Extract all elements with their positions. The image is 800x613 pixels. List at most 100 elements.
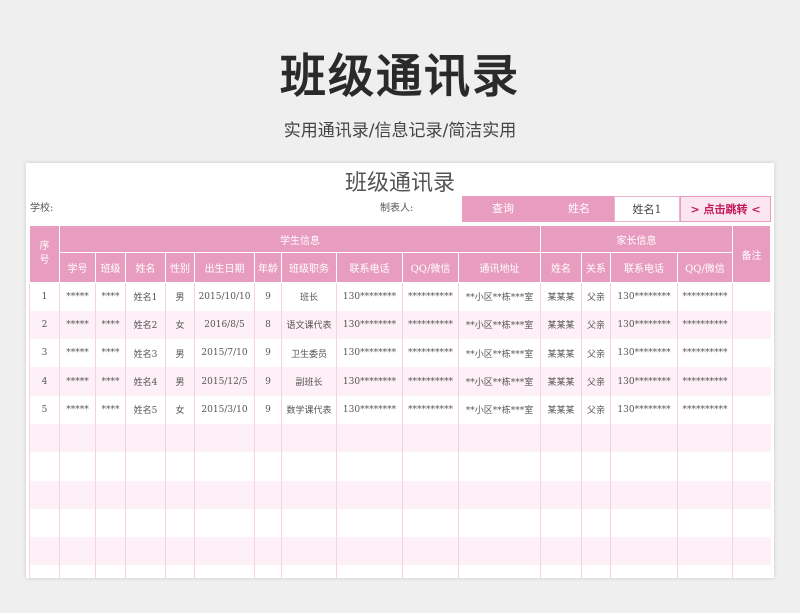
table-cell[interactable]: 130******** (610, 310, 678, 340)
table-cell[interactable]: 130******** (336, 395, 403, 424)
table-cell[interactable]: ********** (677, 310, 733, 340)
table-cell[interactable] (336, 480, 403, 509)
table-cell[interactable]: 父亲 (581, 395, 611, 424)
table-cell[interactable] (540, 537, 582, 566)
table-cell[interactable]: 某某某 (540, 310, 582, 340)
table-cell[interactable] (610, 452, 678, 481)
table-cell[interactable] (336, 423, 403, 453)
table-cell[interactable] (402, 423, 459, 453)
table-cell[interactable]: 某某某 (540, 395, 582, 424)
table-cell[interactable] (610, 565, 678, 578)
table-cell[interactable] (165, 508, 195, 538)
table-cell[interactable]: 父亲 (581, 282, 611, 311)
table-cell[interactable]: 2015/10/10 (194, 282, 255, 311)
table-cell[interactable] (95, 565, 126, 578)
table-cell[interactable]: 姓名5 (125, 395, 166, 424)
table-cell[interactable]: **** (95, 339, 126, 368)
table-cell[interactable] (610, 423, 678, 453)
table-cell[interactable]: **小区**栋***室 (458, 282, 541, 311)
table-cell[interactable] (677, 423, 733, 453)
table-cell[interactable] (402, 480, 459, 509)
table-cell[interactable]: 130******** (336, 339, 403, 368)
table-cell[interactable] (336, 565, 403, 578)
table-cell[interactable] (59, 452, 96, 481)
jump-button[interactable]: > 点击跳转 < (680, 196, 771, 222)
table-cell[interactable] (732, 310, 771, 340)
table-cell[interactable]: ********** (402, 339, 459, 368)
table-cell[interactable] (458, 565, 541, 578)
table-cell[interactable] (581, 452, 611, 481)
table-cell[interactable] (540, 480, 582, 509)
table-cell[interactable]: ***** (59, 395, 96, 424)
table-cell[interactable] (581, 480, 611, 509)
table-cell[interactable] (732, 508, 771, 538)
table-cell[interactable]: 4 (29, 367, 60, 396)
table-cell[interactable]: 数学课代表 (281, 395, 337, 424)
table-cell[interactable]: **** (95, 310, 126, 340)
table-cell[interactable] (281, 480, 337, 509)
table-cell[interactable]: ********** (402, 282, 459, 311)
table-cell[interactable] (95, 452, 126, 481)
table-cell[interactable]: 9 (254, 282, 282, 311)
table-cell[interactable] (732, 282, 771, 311)
table-cell[interactable]: 某某某 (540, 282, 582, 311)
table-cell[interactable]: 父亲 (581, 310, 611, 340)
table-cell[interactable]: 130******** (336, 367, 403, 396)
table-cell[interactable]: 130******** (610, 282, 678, 311)
table-cell[interactable] (540, 508, 582, 538)
table-cell[interactable] (581, 565, 611, 578)
table-cell[interactable]: ***** (59, 367, 96, 396)
table-cell[interactable] (732, 565, 771, 578)
table-cell[interactable] (194, 452, 255, 481)
table-cell[interactable] (125, 537, 166, 566)
table-cell[interactable]: 9 (254, 395, 282, 424)
table-cell[interactable]: ********** (402, 395, 459, 424)
table-cell[interactable]: 130******** (610, 339, 678, 368)
table-cell[interactable]: 男 (165, 339, 195, 368)
table-cell[interactable]: 卫生委员 (281, 339, 337, 368)
table-cell[interactable]: 语文课代表 (281, 310, 337, 340)
table-cell[interactable] (165, 452, 195, 481)
table-cell[interactable] (402, 565, 459, 578)
table-cell[interactable] (540, 565, 582, 578)
table-cell[interactable]: **** (95, 282, 126, 311)
table-cell[interactable] (581, 508, 611, 538)
table-cell[interactable]: 130******** (336, 282, 403, 311)
table-cell[interactable]: **小区**栋***室 (458, 367, 541, 396)
table-cell[interactable] (458, 452, 541, 481)
table-cell[interactable] (610, 508, 678, 538)
table-cell[interactable]: 姓名2 (125, 310, 166, 340)
table-cell[interactable]: **** (95, 367, 126, 396)
table-cell[interactable]: 5 (29, 395, 60, 424)
table-cell[interactable] (194, 423, 255, 453)
table-cell[interactable] (677, 565, 733, 578)
table-cell[interactable] (29, 537, 60, 566)
table-cell[interactable] (59, 508, 96, 538)
table-cell[interactable] (732, 423, 771, 453)
table-cell[interactable] (125, 423, 166, 453)
table-cell[interactable] (336, 452, 403, 481)
table-cell[interactable]: 1 (29, 282, 60, 311)
table-cell[interactable] (59, 423, 96, 453)
table-cell[interactable]: 父亲 (581, 339, 611, 368)
table-cell[interactable] (125, 452, 166, 481)
table-cell[interactable] (125, 480, 166, 509)
table-cell[interactable] (677, 537, 733, 566)
table-cell[interactable] (95, 480, 126, 509)
table-cell[interactable]: 父亲 (581, 367, 611, 396)
table-cell[interactable] (281, 452, 337, 481)
table-cell[interactable] (165, 537, 195, 566)
table-cell[interactable] (677, 480, 733, 509)
table-cell[interactable] (540, 423, 582, 453)
table-cell[interactable]: 2016/8/5 (194, 310, 255, 340)
table-cell[interactable] (194, 565, 255, 578)
table-cell[interactable]: 某某某 (540, 339, 582, 368)
table-cell[interactable] (458, 423, 541, 453)
table-cell[interactable] (125, 565, 166, 578)
table-cell[interactable] (336, 508, 403, 538)
table-cell[interactable]: 130******** (610, 395, 678, 424)
table-cell[interactable] (165, 565, 195, 578)
table-cell[interactable] (581, 423, 611, 453)
table-cell[interactable] (336, 537, 403, 566)
table-cell[interactable] (194, 537, 255, 566)
